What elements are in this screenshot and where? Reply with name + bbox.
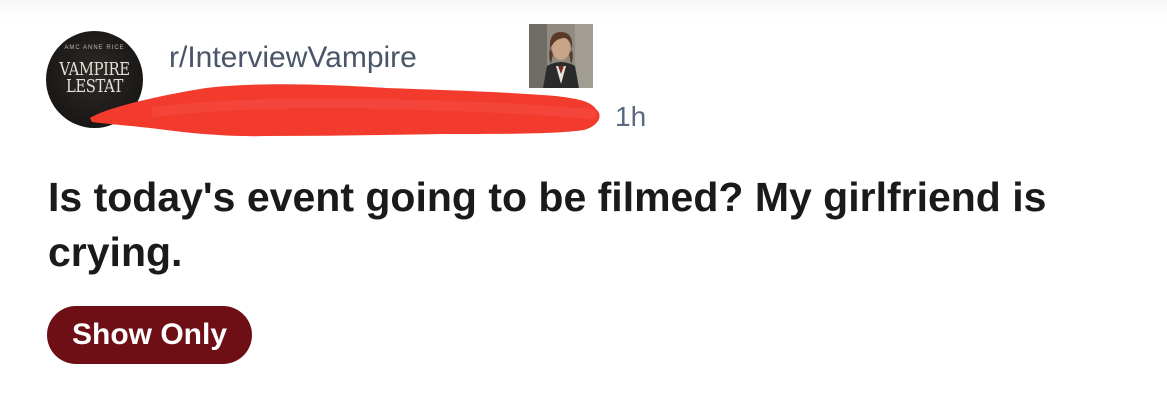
post-card: AMC ANNE RICE VAMPIRE LESTAT r/Interview… [0,0,1167,395]
user-avatar-image[interactable] [529,24,593,88]
post-title[interactable]: Is today's event going to be filmed? My … [48,170,1108,280]
avatar-small-text: AMC ANNE RICE [64,45,125,51]
flair-badge[interactable]: Show Only [47,306,253,364]
subreddit-name-link[interactable]: r/InterviewVampire [169,40,417,76]
redaction-mark [90,84,600,137]
user-avatar-portrait [529,24,593,88]
post-timestamp: 1h [615,101,647,132]
